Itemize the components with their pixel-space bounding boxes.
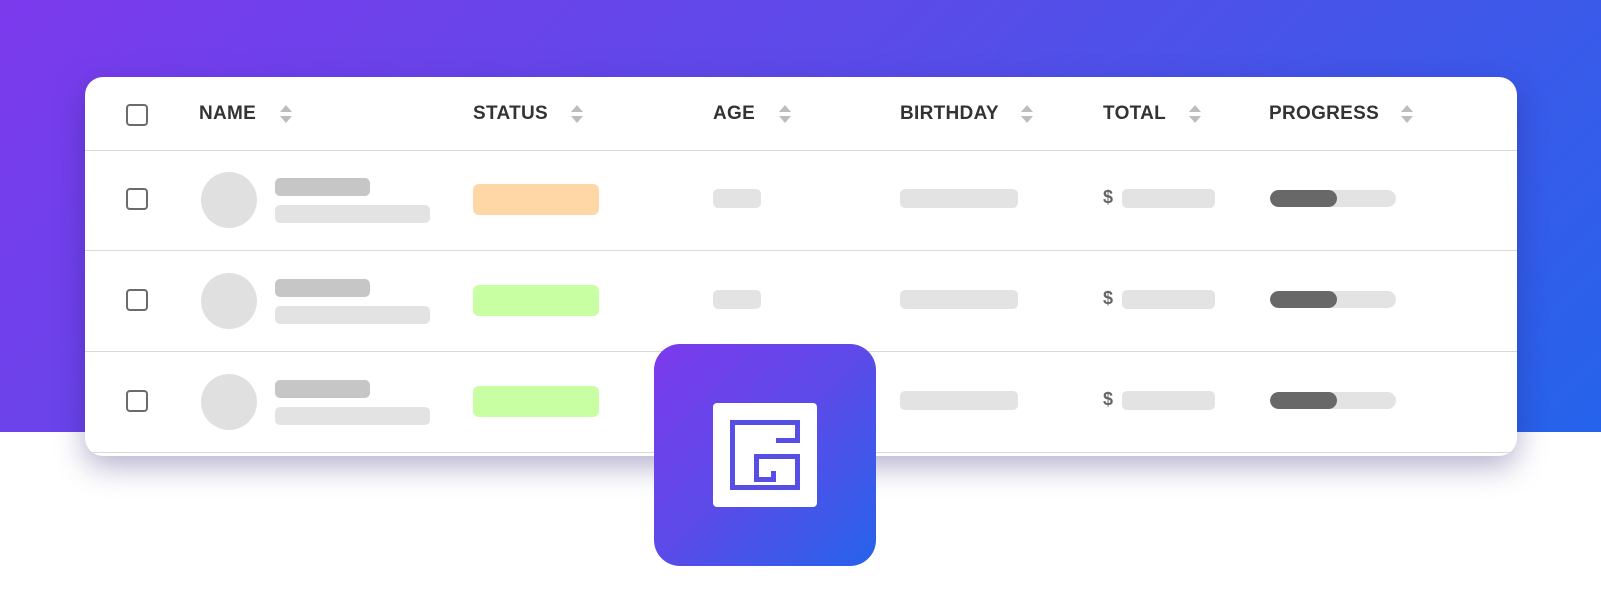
total-placeholder: [1122, 391, 1215, 410]
column-header-birthday[interactable]: BIRTHDAY: [900, 102, 1033, 126]
status-badge: [473, 184, 599, 215]
sort-icon[interactable]: [280, 105, 292, 123]
select-all-checkbox[interactable]: [126, 104, 148, 126]
avatar: [201, 374, 257, 430]
birthday-placeholder: [900, 391, 1018, 410]
progress-bar: [1270, 190, 1396, 207]
avatar: [201, 273, 257, 329]
column-label-status: STATUS: [473, 103, 548, 124]
progress-bar: [1270, 291, 1396, 308]
birthday-placeholder: [900, 290, 1018, 309]
name-placeholder: [275, 178, 370, 196]
column-header-total[interactable]: TOTAL: [1103, 102, 1201, 126]
birthday-placeholder: [900, 189, 1018, 208]
column-label-age: AGE: [713, 103, 756, 124]
column-label-name: NAME: [199, 103, 257, 124]
status-badge: [473, 285, 599, 316]
name-placeholder: [275, 380, 370, 398]
sort-icon[interactable]: [779, 105, 791, 123]
total-placeholder: [1122, 290, 1215, 309]
age-placeholder: [713, 290, 761, 309]
subtitle-placeholder: [275, 407, 430, 425]
row-checkbox[interactable]: [126, 188, 148, 210]
logo-glyph: [730, 420, 800, 490]
column-header-name[interactable]: NAME: [199, 102, 292, 126]
table-row[interactable]: $: [85, 150, 1517, 251]
progress-bar-fill: [1270, 392, 1337, 409]
subtitle-placeholder: [275, 205, 430, 223]
age-placeholder: [713, 189, 761, 208]
currency-symbol: $: [1103, 389, 1114, 409]
avatar: [201, 172, 257, 228]
table-header-row: NAME STATUS AGE BIRTHDAY TOTAL PROGRESS: [85, 77, 1517, 151]
currency-symbol: $: [1103, 288, 1114, 308]
column-label-progress: PROGRESS: [1269, 103, 1380, 124]
column-header-age[interactable]: AGE: [713, 102, 791, 126]
column-header-status[interactable]: STATUS: [473, 102, 583, 126]
sort-icon[interactable]: [1021, 105, 1033, 123]
grid-maze-logo-icon: [713, 403, 817, 507]
row-checkbox[interactable]: [126, 289, 148, 311]
column-header-progress[interactable]: PROGRESS: [1269, 102, 1413, 126]
app-logo-tile: [654, 344, 876, 566]
status-badge: [473, 386, 599, 417]
total-placeholder: [1122, 189, 1215, 208]
table-row[interactable]: $: [85, 251, 1517, 352]
currency-symbol: $: [1103, 187, 1114, 207]
sort-icon[interactable]: [571, 105, 583, 123]
progress-bar: [1270, 392, 1396, 409]
column-label-total: TOTAL: [1103, 103, 1167, 124]
row-checkbox[interactable]: [126, 390, 148, 412]
subtitle-placeholder: [275, 306, 430, 324]
progress-bar-fill: [1270, 291, 1337, 308]
sort-icon[interactable]: [1189, 105, 1201, 123]
progress-bar-fill: [1270, 190, 1337, 207]
name-placeholder: [275, 279, 370, 297]
sort-icon[interactable]: [1401, 105, 1413, 123]
column-label-birthday: BIRTHDAY: [900, 103, 999, 124]
